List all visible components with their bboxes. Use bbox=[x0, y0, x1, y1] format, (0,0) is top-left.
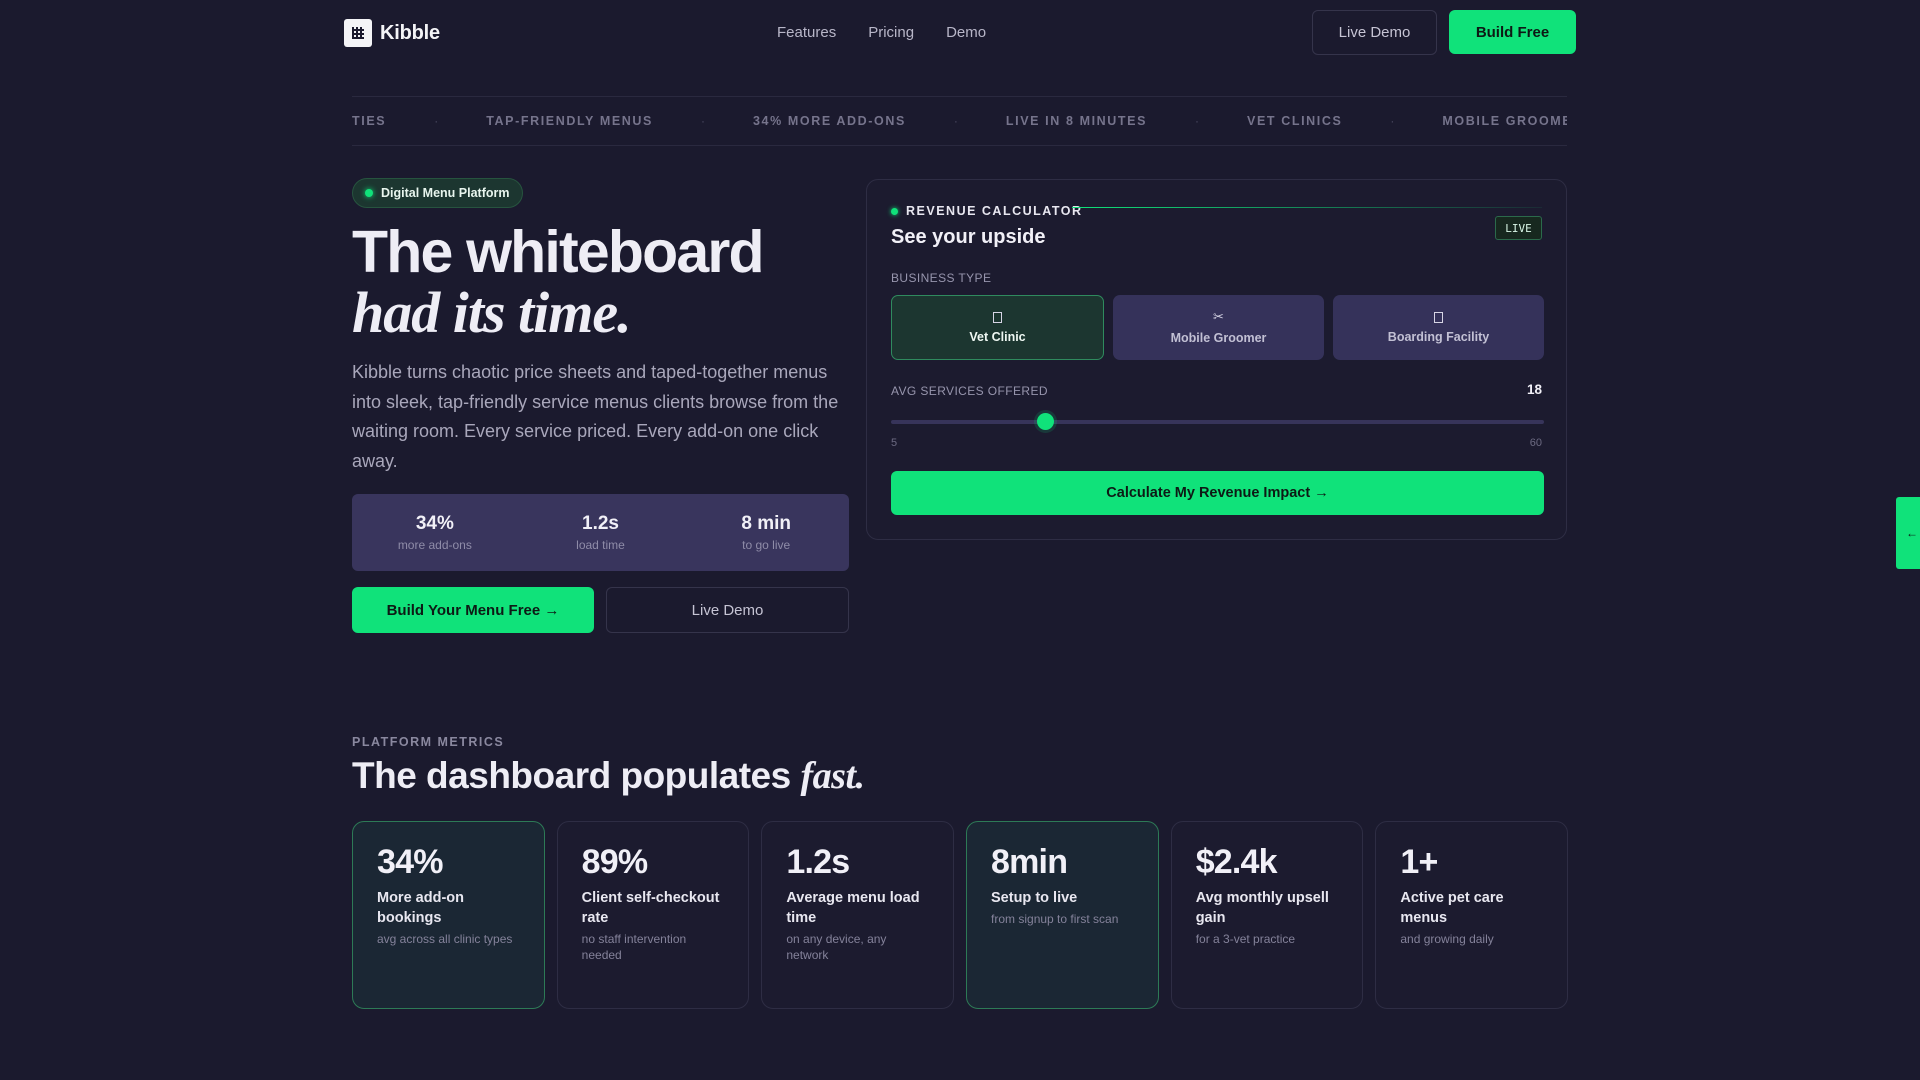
divider bbox=[1072, 207, 1542, 208]
nav-live-demo-button[interactable]: Live Demo bbox=[1312, 10, 1437, 55]
ticker-item: TAP-FRIENDLY MENUS bbox=[486, 114, 653, 128]
metric-value: 8min bbox=[991, 843, 1068, 881]
nav-build-free-button[interactable]: Build Free bbox=[1449, 10, 1576, 54]
metric-label: Setup to live bbox=[991, 890, 1078, 906]
brand-name: Kibble bbox=[380, 21, 440, 44]
live-badge: LIVE bbox=[1495, 216, 1542, 240]
feature-ticker: CILITIES · TAP-FRIENDLY MENUS · 34% MORE… bbox=[352, 96, 1567, 146]
business-type-vet-clinic[interactable]: Vet Clinic bbox=[891, 295, 1104, 360]
nav-actions: Live Demo Build Free bbox=[1312, 10, 1576, 55]
slider-thumb[interactable] bbox=[1037, 413, 1055, 430]
nav-links: Features Pricing Demo bbox=[777, 24, 986, 41]
top-nav: Kibble Features Pricing Demo Live Demo B… bbox=[344, 10, 1576, 55]
calculator-title: See your upside bbox=[891, 226, 1046, 248]
ticker-separator: · bbox=[1390, 114, 1395, 128]
box-icon bbox=[993, 311, 1002, 323]
brand-logo[interactable]: Kibble bbox=[344, 19, 440, 47]
avg-services-label: AVG SERVICES OFFERED bbox=[891, 384, 1048, 398]
platform-badge: Digital Menu Platform bbox=[352, 178, 524, 208]
hero-title-line1: The whiteboard bbox=[352, 219, 765, 285]
stat-label: more add-ons bbox=[397, 538, 472, 552]
nav-link-features[interactable]: Features bbox=[777, 24, 836, 41]
calculate-revenue-button[interactable]: Calculate My Revenue Impact → bbox=[891, 471, 1544, 515]
metric-label: Active pet care menus bbox=[1400, 890, 1504, 926]
hero-live-demo-button[interactable]: Live Demo bbox=[606, 587, 849, 633]
business-type-label-text: Mobile Groomer bbox=[1170, 331, 1267, 345]
stat-label: to go live bbox=[742, 538, 791, 552]
stat-value: 1.2s bbox=[582, 513, 619, 534]
metrics-title-italic: fast. bbox=[800, 755, 866, 797]
slider-max-label: 60 bbox=[1529, 437, 1542, 449]
avg-services-value: 18 bbox=[1526, 382, 1542, 397]
metric-label: More add-on bookings bbox=[377, 890, 464, 926]
metrics-title-text: The dashboard populates bbox=[352, 755, 791, 796]
metrics-eyebrow: PLATFORM METRICS bbox=[352, 735, 505, 749]
metric-card: 1+ Active pet care menus and growing dai… bbox=[1375, 821, 1569, 1009]
metric-card: 8min Setup to live from signup to first … bbox=[966, 821, 1159, 1009]
metric-subtext: and growing daily bbox=[1400, 932, 1494, 946]
build-menu-free-button[interactable]: Build Your Menu Free → bbox=[352, 587, 594, 633]
hero-stat: 8 min to go live bbox=[683, 494, 849, 571]
scissors-icon: ✂ bbox=[1213, 309, 1224, 324]
metric-label: Client self-checkout rate bbox=[581, 890, 720, 926]
nav-link-demo[interactable]: Demo bbox=[946, 24, 986, 41]
metric-subtext: on any device, any network bbox=[786, 932, 887, 962]
business-type-label: BUSINESS TYPE bbox=[891, 271, 992, 285]
side-drawer-tab[interactable]: ← bbox=[1896, 497, 1920, 569]
business-type-selector: Vet Clinic ✂ Mobile Groomer Boarding Fac… bbox=[891, 295, 1544, 360]
business-type-boarding-facility[interactable]: Boarding Facility bbox=[1333, 295, 1544, 360]
metric-card: $2.4k Avg monthly upsell gain for a 3-ve… bbox=[1170, 821, 1364, 1009]
logo-icon bbox=[344, 19, 372, 47]
metric-card: 34% More add-on bookings avg across all … bbox=[352, 821, 545, 1009]
ticker-separator: · bbox=[953, 114, 958, 128]
metric-subtext: from signup to first scan bbox=[991, 912, 1119, 926]
hero-stat: 34% more add-ons bbox=[352, 494, 518, 571]
ticker-item: CILITIES bbox=[352, 114, 387, 128]
metric-value: 34% bbox=[377, 843, 443, 881]
calculator-header: REVENUE CALCULATOR bbox=[891, 204, 1083, 218]
status-dot-icon bbox=[365, 189, 373, 197]
box-icon bbox=[1434, 311, 1443, 323]
ticker-separator: · bbox=[700, 114, 705, 128]
metric-subtext: no staff intervention needed bbox=[581, 932, 687, 962]
hero-stat: 1.2s load time bbox=[518, 494, 684, 571]
services-slider[interactable] bbox=[891, 413, 1544, 430]
business-type-label-text: Boarding Facility bbox=[1387, 329, 1490, 344]
ticker-item: MOBILE GROOMERS bbox=[1442, 114, 1567, 128]
arrow-left-icon: ← bbox=[1906, 526, 1918, 540]
metric-label: Avg monthly upsell gain bbox=[1195, 890, 1329, 926]
ticker-separator: · bbox=[1195, 114, 1200, 128]
status-dot-icon bbox=[891, 207, 898, 215]
business-type-mobile-groomer[interactable]: ✂ Mobile Groomer bbox=[1113, 295, 1324, 360]
metric-value: 89% bbox=[581, 843, 648, 881]
metric-subtext: avg across all clinic types bbox=[377, 932, 513, 946]
ticker-item: LIVE IN 8 MINUTES bbox=[1005, 114, 1148, 128]
metrics-grid: 34% More add-on bookings avg across all … bbox=[352, 821, 1569, 1009]
metric-value: $2.4k bbox=[1195, 843, 1278, 881]
hero-title: The whiteboard had its time. bbox=[352, 219, 765, 345]
business-type-label-text: Vet Clinic bbox=[969, 329, 1026, 344]
metric-value: 1.2s bbox=[786, 843, 850, 881]
metric-card: 89% Client self-checkout rate no staff i… bbox=[556, 821, 750, 1009]
revenue-calculator-card: REVENUE CALCULATOR LIVE See your upside … bbox=[866, 179, 1567, 540]
ticker-separator: · bbox=[434, 114, 439, 128]
calculator-eyebrow: REVENUE CALCULATOR bbox=[906, 204, 1083, 218]
slider-min-label: 5 bbox=[891, 437, 898, 449]
metric-card: 1.2s Average menu load time on any devic… bbox=[761, 821, 955, 1009]
metric-subtext: for a 3-vet practice bbox=[1195, 932, 1296, 946]
ticker-track: CILITIES · TAP-FRIENDLY MENUS · 34% MORE… bbox=[352, 97, 1567, 145]
metric-label: Average menu load time bbox=[786, 890, 920, 926]
stat-label: load time bbox=[576, 538, 625, 552]
metrics-title: The dashboard populates fast. bbox=[352, 754, 865, 798]
stat-value: 8 min bbox=[741, 513, 791, 534]
badge-label: Digital Menu Platform bbox=[381, 186, 510, 200]
ticker-item: 34% MORE ADD-ONS bbox=[752, 114, 906, 128]
nav-link-pricing[interactable]: Pricing bbox=[868, 24, 914, 41]
ticker-item: VET CLINICS bbox=[1247, 114, 1343, 128]
metric-value: 1+ bbox=[1400, 843, 1438, 881]
hero-stats: 34% more add-ons 1.2s load time 8 min to… bbox=[352, 494, 849, 571]
hero-subtitle: Kibble turns chaotic price sheets and ta… bbox=[352, 362, 839, 471]
stat-value: 34% bbox=[415, 513, 454, 534]
hero-title-line2: had its time. bbox=[352, 280, 632, 345]
